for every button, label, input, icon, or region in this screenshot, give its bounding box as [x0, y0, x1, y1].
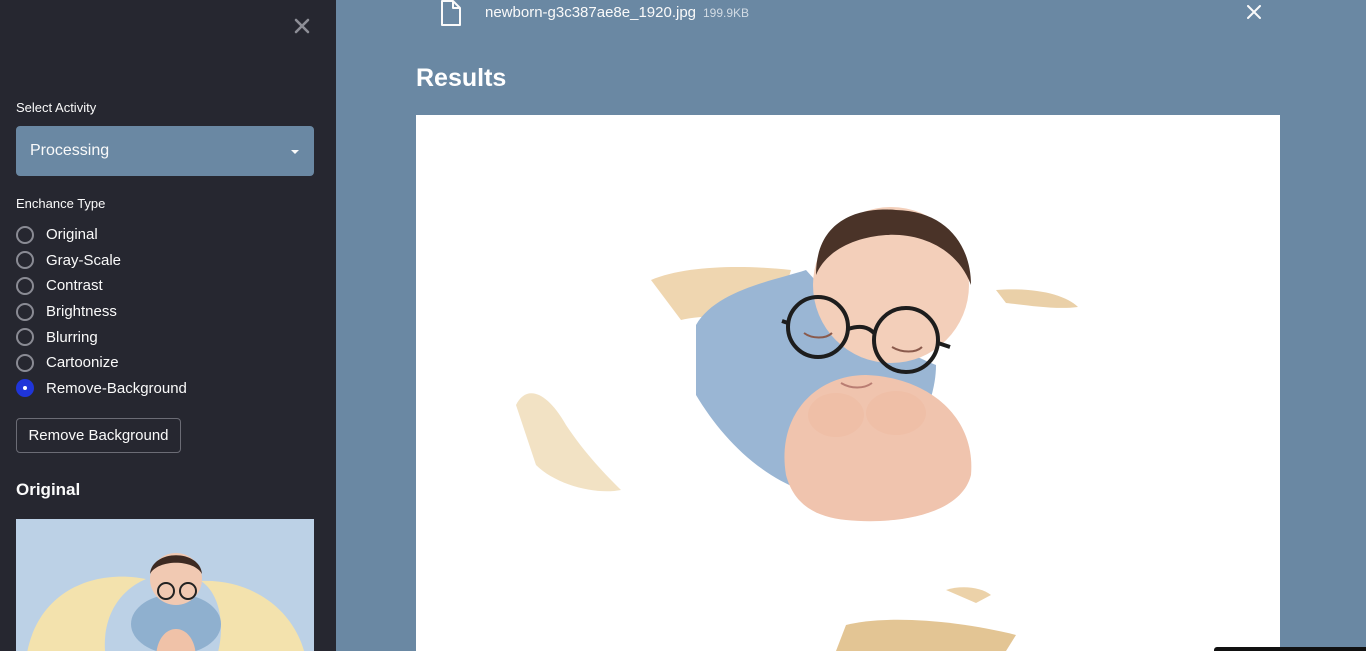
- file-size: 199.9KB: [703, 6, 750, 20]
- radio-label: Contrast: [46, 277, 103, 295]
- remove-file-close-icon[interactable]: [1244, 2, 1264, 22]
- results-heading: Results: [416, 64, 507, 92]
- radio-button[interactable]: [16, 328, 34, 347]
- activity-select[interactable]: Processing: [16, 126, 314, 176]
- radio-option-original[interactable]: Original: [16, 222, 187, 248]
- radio-label: Cartoonize: [46, 354, 119, 372]
- activity-select-value: Processing: [30, 142, 110, 159]
- radio-button[interactable]: [16, 276, 34, 295]
- radio-option-remove-background[interactable]: Remove-Background: [16, 376, 187, 402]
- enhance-type-radio-group: Original Gray-Scale Contrast Brightness …: [16, 222, 187, 401]
- radio-label: Blurring: [46, 328, 98, 346]
- radio-option-blurring[interactable]: Blurring: [16, 324, 187, 350]
- remove-background-button[interactable]: Remove Background: [16, 418, 181, 453]
- select-activity-label: Select Activity: [16, 100, 97, 115]
- radio-label: Original: [46, 226, 98, 244]
- radio-label: Brightness: [46, 303, 117, 321]
- file-name: newborn-g3c387ae8e_1920.jpg: [485, 4, 697, 21]
- status-bar-edge: [1214, 647, 1366, 651]
- radio-option-brightness[interactable]: Brightness: [16, 299, 187, 325]
- radio-button-selected[interactable]: [16, 379, 34, 398]
- sidebar: Select Activity Processing Enchance Type…: [0, 0, 336, 651]
- radio-option-gray-scale[interactable]: Gray-Scale: [16, 248, 187, 274]
- original-heading: Original: [16, 480, 81, 499]
- radio-option-cartoonize[interactable]: Cartoonize: [16, 350, 187, 376]
- radio-button[interactable]: [16, 302, 34, 321]
- caret-down-icon: [290, 142, 300, 160]
- result-image: [416, 115, 1280, 651]
- radio-button[interactable]: [16, 251, 34, 270]
- radio-label: Gray-Scale: [46, 251, 122, 269]
- radio-button[interactable]: [16, 225, 34, 244]
- close-sidebar-icon[interactable]: [290, 14, 314, 38]
- radio-button[interactable]: [16, 353, 34, 372]
- enhance-type-label: Enchance Type: [16, 196, 106, 211]
- radio-option-contrast[interactable]: Contrast: [16, 273, 187, 299]
- uploaded-file-row: newborn-g3c387ae8e_1920.jpg 199.9KB: [440, 0, 1270, 28]
- radio-label: Remove-Background: [46, 379, 187, 397]
- file-icon: [440, 0, 462, 31]
- original-image: [16, 519, 314, 651]
